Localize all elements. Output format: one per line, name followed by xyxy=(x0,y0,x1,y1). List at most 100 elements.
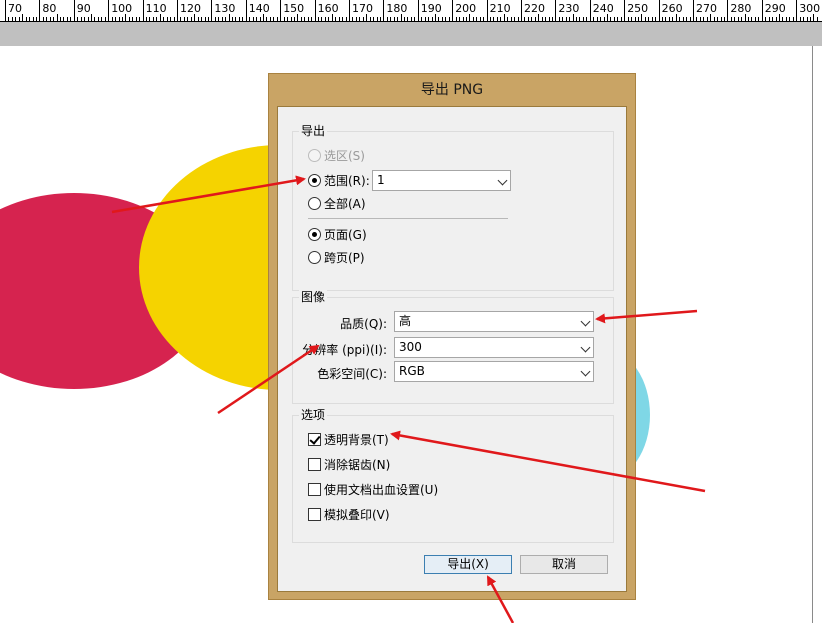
use-bleed-checkbox[interactable] xyxy=(308,483,321,496)
ruler-minor-tick xyxy=(25,17,27,21)
ruler-minor-tick xyxy=(641,14,643,21)
ruler-label: 220 xyxy=(524,2,545,15)
quality-select[interactable]: 高 xyxy=(394,311,594,332)
ruler-minor-tick xyxy=(809,17,811,21)
ruler-minor-tick xyxy=(462,17,464,21)
ruler-minor-tick xyxy=(569,17,571,21)
ruler-minor-tick xyxy=(634,17,636,21)
ruler-minor-tick xyxy=(582,17,584,21)
ruler-minor-tick xyxy=(696,17,698,21)
range-radio[interactable] xyxy=(308,174,321,187)
ruler-minor-tick xyxy=(648,17,650,21)
cancel-button[interactable]: 取消 xyxy=(520,555,608,574)
ruler-minor-tick xyxy=(87,17,89,21)
ruler-label: 170 xyxy=(352,2,373,15)
ruler-minor-tick xyxy=(135,17,137,21)
ruler-minor-tick xyxy=(290,17,292,21)
ruler-minor-tick xyxy=(152,17,154,21)
range-input[interactable]: 1 xyxy=(372,170,511,191)
ruler-minor-tick xyxy=(252,17,254,21)
ruler-minor-tick xyxy=(627,17,629,21)
horizontal-ruler[interactable]: 70 80 90 100 110 120 130 140 150 160 170 180 190 200 2… xyxy=(0,0,822,22)
ruler-minor-tick xyxy=(259,17,261,21)
ruler-minor-tick xyxy=(115,17,117,21)
ruler-major-tick xyxy=(383,0,385,21)
ruler-label: 240 xyxy=(592,2,614,15)
options-group: 选项 透明背景(T) 消除锯齿(N) 使用文档出血设置(U) 模拟叠印(V) xyxy=(292,407,614,543)
ruler-minor-tick xyxy=(139,17,141,21)
ruler-minor-tick xyxy=(91,14,92,21)
ruler-minor-tick xyxy=(655,17,657,21)
ruler-minor-tick xyxy=(218,17,220,21)
selection-label: 选区(S) xyxy=(324,149,365,163)
ruler-minor-tick xyxy=(18,17,20,21)
export-group: 导出 选区(S) 范围(R): 1 全部(A) 页面(G) 跨页(P) xyxy=(292,123,614,291)
ruler-minor-tick xyxy=(32,17,34,21)
ruler-minor-tick xyxy=(803,17,805,21)
selection-radio[interactable] xyxy=(308,149,321,162)
ruler-minor-tick xyxy=(799,17,801,21)
ruler-minor-tick xyxy=(283,17,285,21)
ruler-label: 290 xyxy=(764,2,786,15)
ruler-major-tick xyxy=(314,0,316,21)
ruler-minor-tick xyxy=(806,17,808,21)
simulate-overprint-checkbox[interactable] xyxy=(308,508,321,521)
ruler-minor-tick xyxy=(572,14,574,21)
ruler-minor-tick xyxy=(311,17,313,21)
all-radio[interactable] xyxy=(308,197,321,210)
ruler-minor-tick xyxy=(238,17,240,21)
ruler-minor-tick xyxy=(42,17,44,21)
color-space-select[interactable]: RGB xyxy=(394,361,594,382)
export-button[interactable]: 导出(X) xyxy=(424,555,512,574)
ruler-minor-tick xyxy=(359,17,361,21)
pasteboard-band xyxy=(0,22,822,46)
ruler-minor-tick xyxy=(710,14,712,21)
ruler-major-tick xyxy=(211,0,213,21)
ruler-minor-tick xyxy=(493,17,495,21)
ruler-label: 190 xyxy=(420,2,442,15)
ruler-major-tick xyxy=(108,0,110,21)
ruler-minor-tick xyxy=(149,17,151,21)
ruler-minor-tick xyxy=(510,17,512,21)
ruler-minor-tick xyxy=(816,17,818,21)
image-group-title: 图像 xyxy=(299,289,328,305)
ruler-minor-tick xyxy=(813,14,815,21)
ruler-label: 270 xyxy=(696,2,717,15)
ruler-minor-tick xyxy=(355,17,357,21)
workspace: 70 80 90 100 110 120 130 140 150 160 170 180 190 200 2… xyxy=(0,0,822,623)
ruler-minor-tick xyxy=(166,17,168,21)
ruler-minor-tick xyxy=(699,17,701,21)
resolution-select[interactable]: 300 xyxy=(394,337,594,358)
ruler-label: 250 xyxy=(627,2,649,15)
ruler-minor-tick xyxy=(180,17,182,21)
ruler-label: 100 xyxy=(111,2,133,15)
ruler-minor-tick xyxy=(249,17,251,21)
antialias-checkbox[interactable] xyxy=(308,458,321,471)
ruler-minor-tick xyxy=(723,17,725,21)
ruler-label: 140 xyxy=(248,2,270,15)
pages-radio[interactable] xyxy=(308,228,321,241)
ruler-minor-tick xyxy=(70,17,72,21)
ruler-minor-tick xyxy=(121,17,123,21)
ruler-minor-tick xyxy=(46,17,48,21)
ruler-minor-tick xyxy=(318,17,320,21)
ruler-minor-tick xyxy=(789,17,791,21)
ruler-minor-tick xyxy=(465,17,467,21)
ruler-minor-tick xyxy=(201,17,203,21)
ruler-minor-tick xyxy=(273,17,275,21)
color-space-label: 色彩空间(C): xyxy=(317,367,387,381)
ruler-minor-tick xyxy=(706,17,708,21)
ruler-minor-tick xyxy=(163,17,165,21)
ruler-label: 260 xyxy=(661,2,683,15)
ruler-major-tick xyxy=(486,0,488,21)
all-label: 全部(A) xyxy=(324,197,366,211)
ruler-minor-tick xyxy=(748,17,750,21)
ruler-minor-tick xyxy=(737,17,739,21)
ruler-minor-tick xyxy=(503,14,505,21)
ruler-minor-tick xyxy=(765,17,767,21)
spreads-radio[interactable] xyxy=(308,251,321,264)
transparent-bg-checkbox[interactable] xyxy=(308,433,321,446)
ruler-minor-tick xyxy=(421,17,423,21)
ruler-minor-tick xyxy=(128,17,130,21)
ruler-major-tick xyxy=(624,0,626,21)
